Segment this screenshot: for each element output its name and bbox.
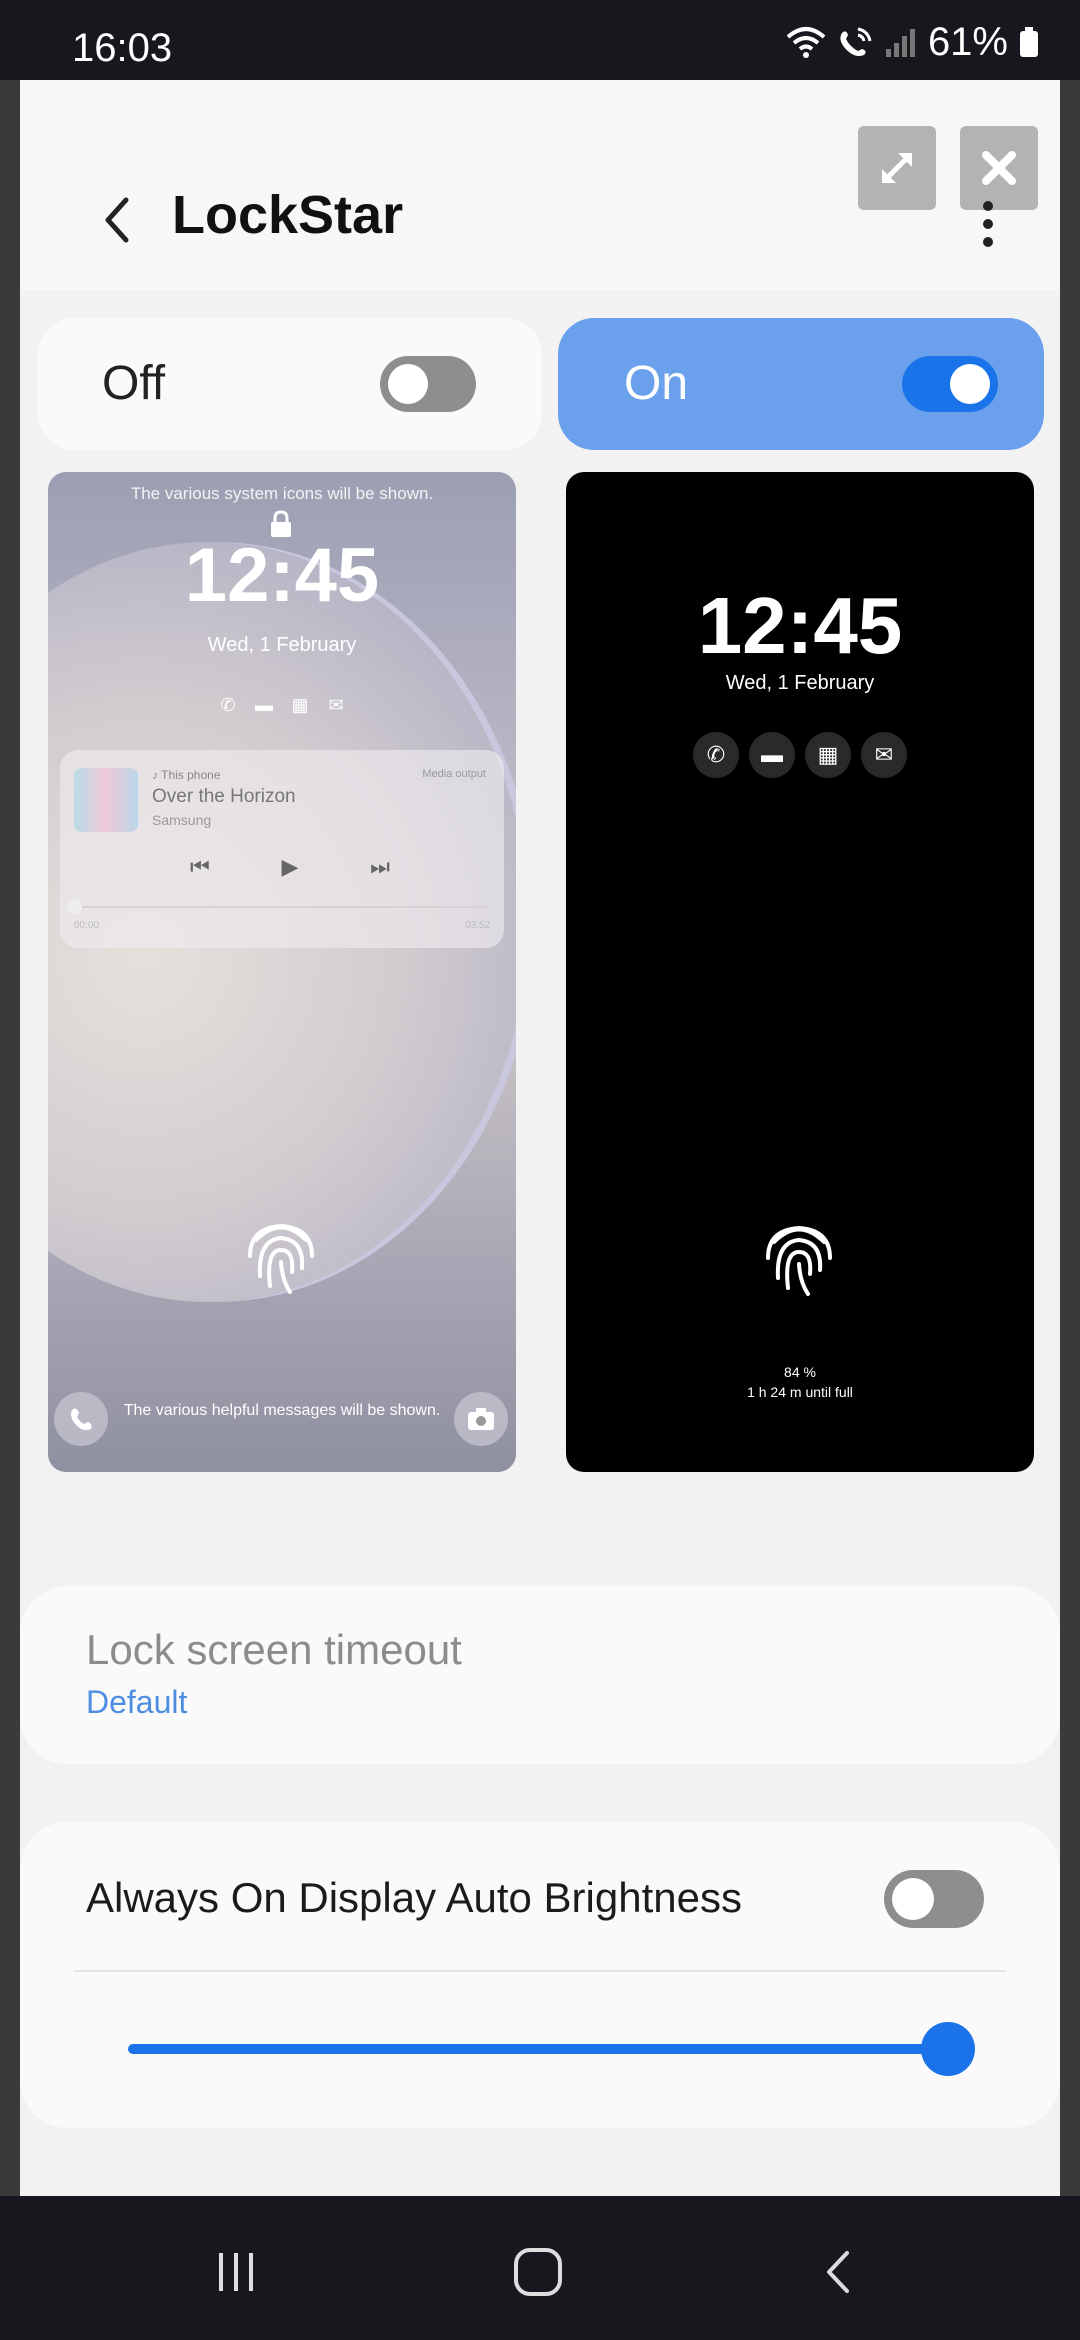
home-button[interactable] <box>498 2232 578 2312</box>
battery-icon <box>1020 27 1038 57</box>
email-icon: ✉ <box>861 732 907 778</box>
lock-screen-timeout-value: Default <box>86 1684 188 1720</box>
on-option-card[interactable]: On <box>558 318 1044 450</box>
media-output: Media output <box>422 768 486 780</box>
media-source: ♪ This phone <box>152 768 221 782</box>
off-option-card[interactable]: Off <box>38 318 542 450</box>
lockscreen-preview-off: The various system icons will be shown. … <box>48 472 516 1472</box>
off-option-label: Off <box>102 357 166 410</box>
preview-on-time: 12:45 <box>697 581 903 670</box>
back-icon <box>827 2251 849 2293</box>
chevron-left-icon <box>105 197 129 243</box>
preview-on-date: Wed, 1 February <box>725 672 875 694</box>
expand-button[interactable] <box>858 126 936 210</box>
calendar-icon: ▦ <box>291 694 309 715</box>
lock-screen-timeout-item[interactable]: Lock screen timeout Default <box>20 1586 1060 1764</box>
phone-icon <box>71 1408 92 1430</box>
phone-icon: ✆ <box>693 732 739 778</box>
wifi-calling-icon <box>840 27 872 56</box>
more-vert-icon <box>983 201 993 247</box>
preview-off-time: 12:45 <box>184 533 380 618</box>
skip-previous-icon: ⏮ <box>190 854 210 879</box>
aod-battery-level: 84 % <box>784 1364 816 1380</box>
brightness-slider[interactable] <box>128 2044 948 2054</box>
media-progress-thumb <box>68 900 82 914</box>
media-controls: ⏮ ▶ ⏭ <box>190 854 390 880</box>
more-options-button[interactable] <box>958 184 1018 264</box>
media-time-end: 03:52 <box>464 920 490 931</box>
preview-on-notif-icons: ✆ ▬ ▦ ✉ <box>566 732 1034 778</box>
status-bar: 16:03 61% <box>0 0 1080 80</box>
brightness-slider-thumb[interactable] <box>921 2022 975 2076</box>
phone-icon: ✆ <box>220 694 236 715</box>
off-option-switch[interactable] <box>380 356 476 412</box>
battery-percent: 61% <box>927 19 1008 64</box>
media-title: Over the Horizon <box>152 786 296 807</box>
media-artist: Samsung <box>152 812 212 828</box>
app-window: LockStar Off On The various system icons… <box>20 80 1060 2196</box>
brightness-slider-fill <box>128 2044 948 2054</box>
play-icon: ▶ <box>281 854 299 879</box>
switch-knob <box>388 364 428 404</box>
shortcut-phone <box>54 1392 108 1446</box>
lock-screen-timeout-title: Lock screen timeout <box>86 1626 462 1673</box>
back-button[interactable] <box>80 180 160 260</box>
home-icon <box>514 2248 562 2296</box>
window-edge-left <box>0 80 20 2196</box>
email-icon: ✉ <box>328 694 344 715</box>
recents-icon <box>219 2253 253 2291</box>
helpful-messages-text: The various helpful messages will be sho… <box>123 1402 441 1419</box>
album-art <box>74 768 138 832</box>
on-option-switch[interactable] <box>902 356 998 412</box>
skip-next-icon: ⏭ <box>370 854 390 879</box>
window-edge-right <box>1060 80 1080 2196</box>
signal-icon <box>885 29 915 57</box>
wifi-icon <box>786 27 826 58</box>
shortcut-camera <box>454 1392 508 1446</box>
fingerprint-icon <box>766 1225 832 1296</box>
on-option-label: On <box>624 357 689 410</box>
aod-charge-message: 1 h 24 m until full <box>747 1384 853 1400</box>
page-title: LockStar <box>172 185 404 245</box>
media-player-card: ♪ This phone Media output Over the Horiz… <box>60 750 504 948</box>
aod-auto-brightness-switch[interactable] <box>884 1870 984 1928</box>
aod-preview-on: 12:45 Wed, 1 February ✆ ▬ ▦ ✉ 84 % 1 h 2… <box>566 472 1034 1472</box>
preview-off-date: Wed, 1 February <box>207 634 357 656</box>
message-icon: ▬ <box>749 732 795 778</box>
system-icons-message: The various system icons will be shown. <box>130 484 434 503</box>
aod-auto-brightness-label: Always On Display Auto Brightness <box>86 1874 742 1921</box>
status-time: 16:03 <box>72 26 173 70</box>
switch-knob <box>950 364 990 404</box>
fingerprint-icon <box>248 1223 314 1294</box>
switch-knob <box>892 1878 934 1920</box>
status-icons: 61% <box>786 19 1040 64</box>
aod-brightness-card: Always On Display Auto Brightness <box>20 1822 1060 2128</box>
recents-button[interactable] <box>196 2232 276 2312</box>
camera-icon <box>468 1408 494 1430</box>
calendar-icon: ▦ <box>805 732 851 778</box>
preview-off-notif-icons: ✆ ▬ ▦ ✉ <box>48 694 516 716</box>
nav-back-button[interactable] <box>800 2232 880 2312</box>
divider <box>74 1970 1006 1972</box>
media-time-start: 00:00 <box>74 920 100 931</box>
message-icon: ▬ <box>255 694 273 715</box>
expand-icon <box>882 153 912 183</box>
media-progress-bar <box>74 906 490 908</box>
app-bar: LockStar <box>20 80 1060 290</box>
navigation-bar <box>0 2196 1080 2340</box>
